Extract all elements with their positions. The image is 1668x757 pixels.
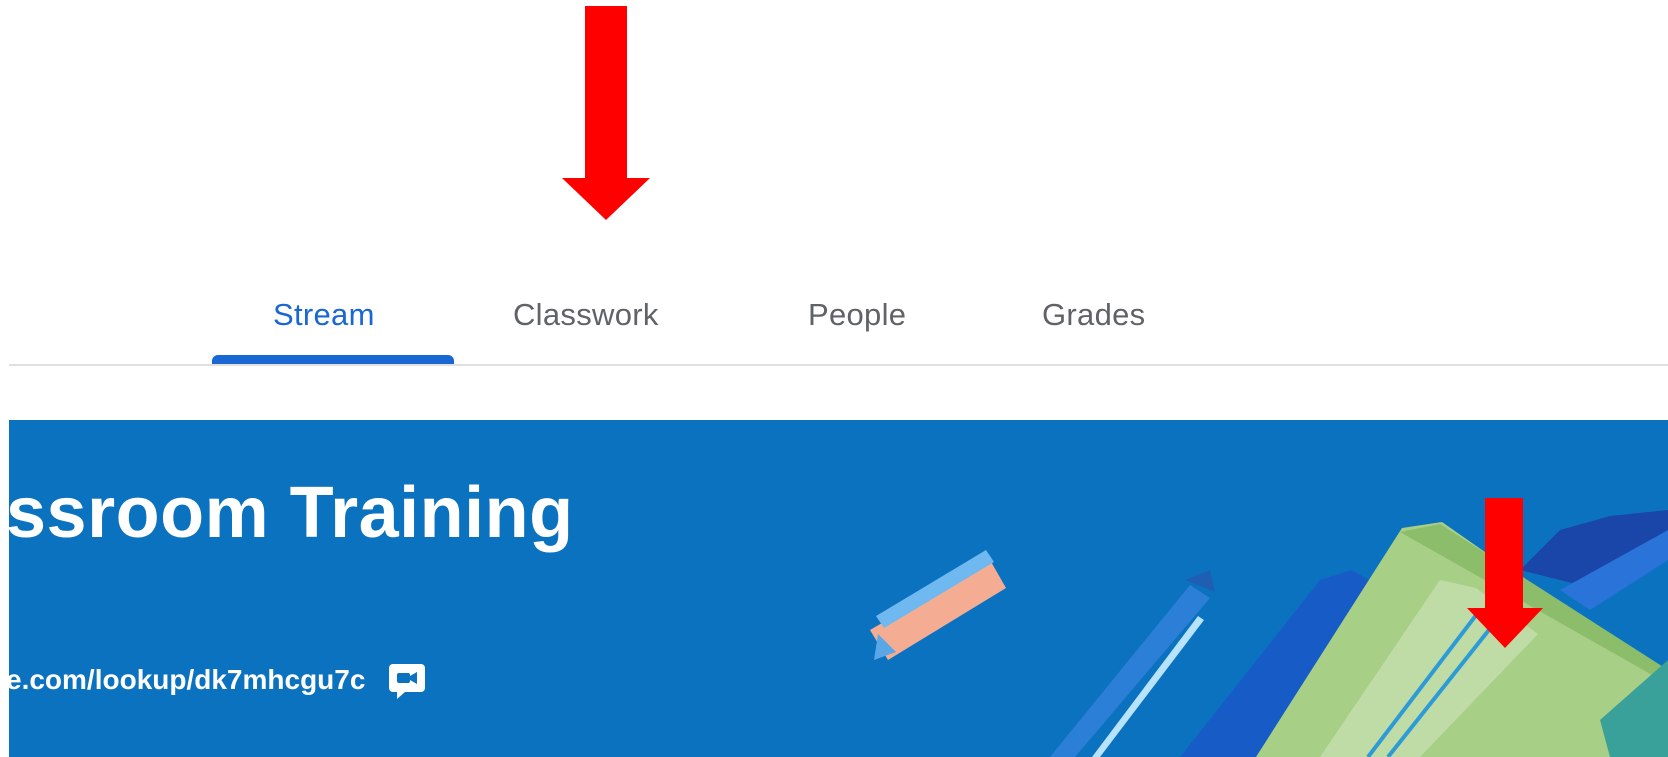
- class-banner: ssroom Training e.com/lookup/dk7mhcgu7c: [0, 420, 1668, 757]
- tabs-divider: [0, 364, 1668, 366]
- pen-illustration: [1050, 570, 1215, 757]
- tab-people[interactable]: People: [808, 296, 906, 334]
- pencil-illustration: [870, 550, 1006, 660]
- video-chat-icon[interactable]: [387, 660, 427, 700]
- tab-stream[interactable]: Stream: [273, 296, 375, 334]
- meet-link-row: e.com/lookup/dk7mhcgu7c: [6, 660, 427, 700]
- course-title: ssroom Training: [6, 473, 574, 553]
- class-tabs: Stream Classwork People Grades: [0, 0, 1668, 390]
- meet-link[interactable]: e.com/lookup/dk7mhcgu7c: [6, 664, 365, 696]
- tab-classwork[interactable]: Classwork: [513, 296, 659, 334]
- annotation-arrow-banner: [1467, 498, 1543, 648]
- tab-grades[interactable]: Grades: [1042, 296, 1145, 334]
- left-edge: [0, 0, 9, 757]
- annotation-arrow-classwork: [562, 6, 650, 220]
- classroom-page: Stream Classwork People Grades ssroom Tr…: [0, 0, 1668, 757]
- banner-illustration: [870, 510, 1668, 757]
